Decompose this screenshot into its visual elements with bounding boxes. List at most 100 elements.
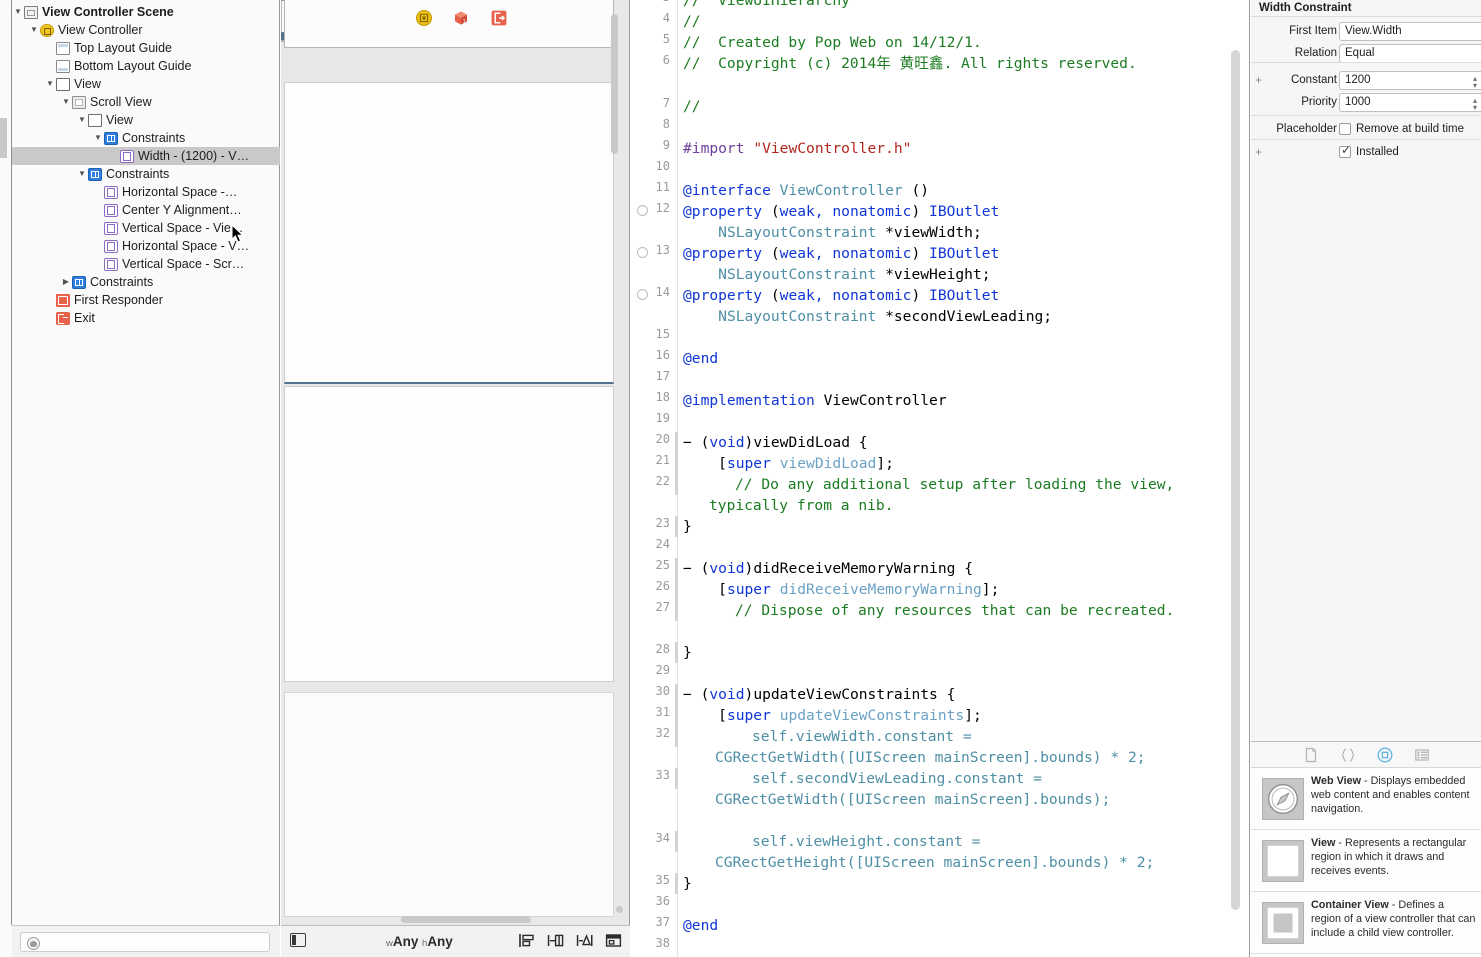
outline-row[interactable]: ▼Bottom Layout Guide xyxy=(12,57,280,75)
canvas-view-bottom[interactable] xyxy=(284,692,614,917)
code-folding-bar[interactable] xyxy=(675,684,678,705)
chevron-down-icon[interactable]: ▼ xyxy=(76,111,88,129)
outline-row[interactable]: ▼Constraints xyxy=(12,165,280,183)
editor-vertical-scrollbar[interactable] xyxy=(1231,50,1240,910)
canvas-inner-view[interactable] xyxy=(284,386,614,682)
document-outline-toggle-icon[interactable] xyxy=(290,933,306,947)
add-installed-variation-button[interactable]: + xyxy=(1255,145,1262,159)
code-folding-bar[interactable] xyxy=(675,516,678,537)
inspector-field-first-item[interactable]: View.Width xyxy=(1339,22,1481,41)
size-class-w-prefix: w xyxy=(386,938,393,949)
interface-builder-canvas[interactable]: 1 wAny hAny xyxy=(281,0,630,957)
editor-code-area[interactable]: // ViewUIHierarchy // // Created by Pop … xyxy=(683,0,1243,957)
library-item[interactable]: View - Represents a rectangular region i… xyxy=(1251,830,1481,892)
outline-row[interactable]: ▼View Controller Scene xyxy=(12,3,280,21)
outline-row[interactable]: ▼Scroll View xyxy=(12,93,280,111)
chevron-down-icon[interactable]: ▼ xyxy=(44,75,56,93)
outline-row[interactable]: ▼View Controller xyxy=(12,21,280,39)
code-folding-bar[interactable] xyxy=(675,705,678,726)
placeholder-checkbox[interactable] xyxy=(1339,123,1351,135)
line-number: 18 xyxy=(630,390,670,404)
code-line-7: // xyxy=(683,98,701,115)
line-number: 30 xyxy=(630,684,670,698)
media-library-icon[interactable] xyxy=(1414,747,1430,763)
code-void-2: void xyxy=(709,560,744,577)
web-view-thumb xyxy=(1262,778,1304,820)
code-folding-bar[interactable] xyxy=(675,558,678,579)
code-property-attrs-3: weak, nonatomic xyxy=(780,287,912,304)
code-folding-bar[interactable] xyxy=(675,831,678,852)
outline-row[interactable]: ▼Top Layout Guide xyxy=(12,39,280,57)
inspector-field-constant[interactable]: 1200 xyxy=(1339,71,1481,90)
align-icon[interactable] xyxy=(518,932,535,949)
canvas-scroll-area[interactable]: 1 xyxy=(281,0,622,925)
outline-row-label: View xyxy=(106,111,133,129)
chevron-down-icon[interactable]: ▼ xyxy=(92,129,104,147)
code-folding-bar[interactable] xyxy=(675,726,678,747)
breakpoint-marker-icon[interactable] xyxy=(637,205,648,216)
chevron-down-icon[interactable]: ▼ xyxy=(60,93,72,111)
code-folding-bar[interactable] xyxy=(675,579,678,600)
code-folding-bar[interactable] xyxy=(675,768,678,789)
exit-badge-icon[interactable] xyxy=(491,10,507,26)
source-code-editor[interactable]: 3456789101112131415161718192021222324252… xyxy=(631,0,1250,957)
outline-filter-field[interactable] xyxy=(20,932,270,952)
code-folding-bar[interactable] xyxy=(675,873,678,894)
chevron-down-icon[interactable]: ▼ xyxy=(28,21,40,39)
code-brace-1: } xyxy=(683,518,692,535)
outline-row[interactable]: ▼Constraints xyxy=(12,129,280,147)
chevron-down-icon[interactable]: ▼ xyxy=(76,165,88,183)
stepper-icon[interactable]: ▴▾ xyxy=(1473,75,1481,89)
canvas-view-top[interactable] xyxy=(284,0,614,48)
line-number: 31 xyxy=(630,705,670,719)
outline-row-label: Constraints xyxy=(90,273,153,291)
code-interface-tail: () xyxy=(911,182,929,199)
code-interface-class: ViewController xyxy=(780,182,903,199)
breakpoint-marker-icon[interactable] xyxy=(637,247,648,258)
code-folding-bar[interactable] xyxy=(675,600,678,621)
outline-row[interactable]: ▼Exit xyxy=(12,309,280,327)
outline-scrollbar[interactable] xyxy=(0,118,7,158)
code-snippet-library-icon[interactable] xyxy=(1340,747,1356,763)
breakpoint-marker-icon[interactable] xyxy=(637,289,648,300)
code-property-attrs-1: weak, nonatomic xyxy=(780,203,912,220)
first-responder-badge-icon[interactable]: 1 xyxy=(453,10,469,26)
outline-row[interactable]: ▼View xyxy=(12,75,280,93)
outline-row[interactable]: ▼First Responder xyxy=(12,291,280,309)
outline-row[interactable]: ▼Width - (1200) - V… xyxy=(12,147,280,165)
pin-icon[interactable] xyxy=(547,932,564,949)
outline-row[interactable]: ▼ View xyxy=(12,111,280,129)
library-item[interactable]: Web View - Displays embedded web content… xyxy=(1251,768,1481,830)
code-folding-bar[interactable] xyxy=(675,642,678,663)
code-iboutlet-2: IBOutlet xyxy=(929,245,999,262)
add-variation-button[interactable]: + xyxy=(1255,73,1262,87)
code-super-2: super xyxy=(727,581,771,598)
editor-gutter[interactable]: 3456789101112131415161718192021222324252… xyxy=(631,0,678,957)
view-controller-badge-icon[interactable] xyxy=(416,10,432,26)
canvas-scroll-view[interactable] xyxy=(284,82,614,384)
resolve-auto-layout-issues-icon[interactable] xyxy=(576,932,593,949)
chevron-right-icon[interactable]: ▶ xyxy=(60,273,72,291)
code-statement-secondviewleading: self.secondViewLeading.constant = CGRect… xyxy=(715,770,1110,808)
canvas-horizontal-scrollbar[interactable] xyxy=(401,916,531,923)
inspector-field-relation[interactable]: Equal xyxy=(1339,44,1481,63)
outline-row[interactable]: ▼Horizontal Space -… xyxy=(12,183,280,201)
file-template-library-icon[interactable] xyxy=(1303,747,1319,763)
library-item-text: Container View - Defines a region of a v… xyxy=(1311,898,1476,941)
resizing-behavior-icon[interactable] xyxy=(605,932,622,949)
outline-row[interactable]: ▼Center Y Alignment… xyxy=(12,201,280,219)
outline-row[interactable]: ▼Vertical Space - Scr… xyxy=(12,255,280,273)
inspector-field-priority[interactable]: 1000 xyxy=(1339,93,1481,112)
size-class-indicator[interactable]: wAny hAny xyxy=(386,926,453,957)
object-library-icon[interactable] xyxy=(1377,747,1393,763)
canvas-vertical-scrollbar[interactable] xyxy=(611,14,618,154)
library-item[interactable]: Container View - Defines a region of a v… xyxy=(1251,892,1481,954)
chevron-down-icon[interactable]: ▼ xyxy=(12,3,24,21)
outline-row[interactable]: ▶ Constraints xyxy=(12,273,280,291)
code-folding-bar[interactable] xyxy=(675,474,678,495)
stepper-icon[interactable]: ▴▾ xyxy=(1473,97,1481,111)
code-folding-bar[interactable] xyxy=(675,432,678,453)
code-iboutlet-3: IBOutlet xyxy=(929,287,999,304)
installed-checkbox[interactable] xyxy=(1339,146,1351,158)
code-folding-bar[interactable] xyxy=(675,453,678,474)
